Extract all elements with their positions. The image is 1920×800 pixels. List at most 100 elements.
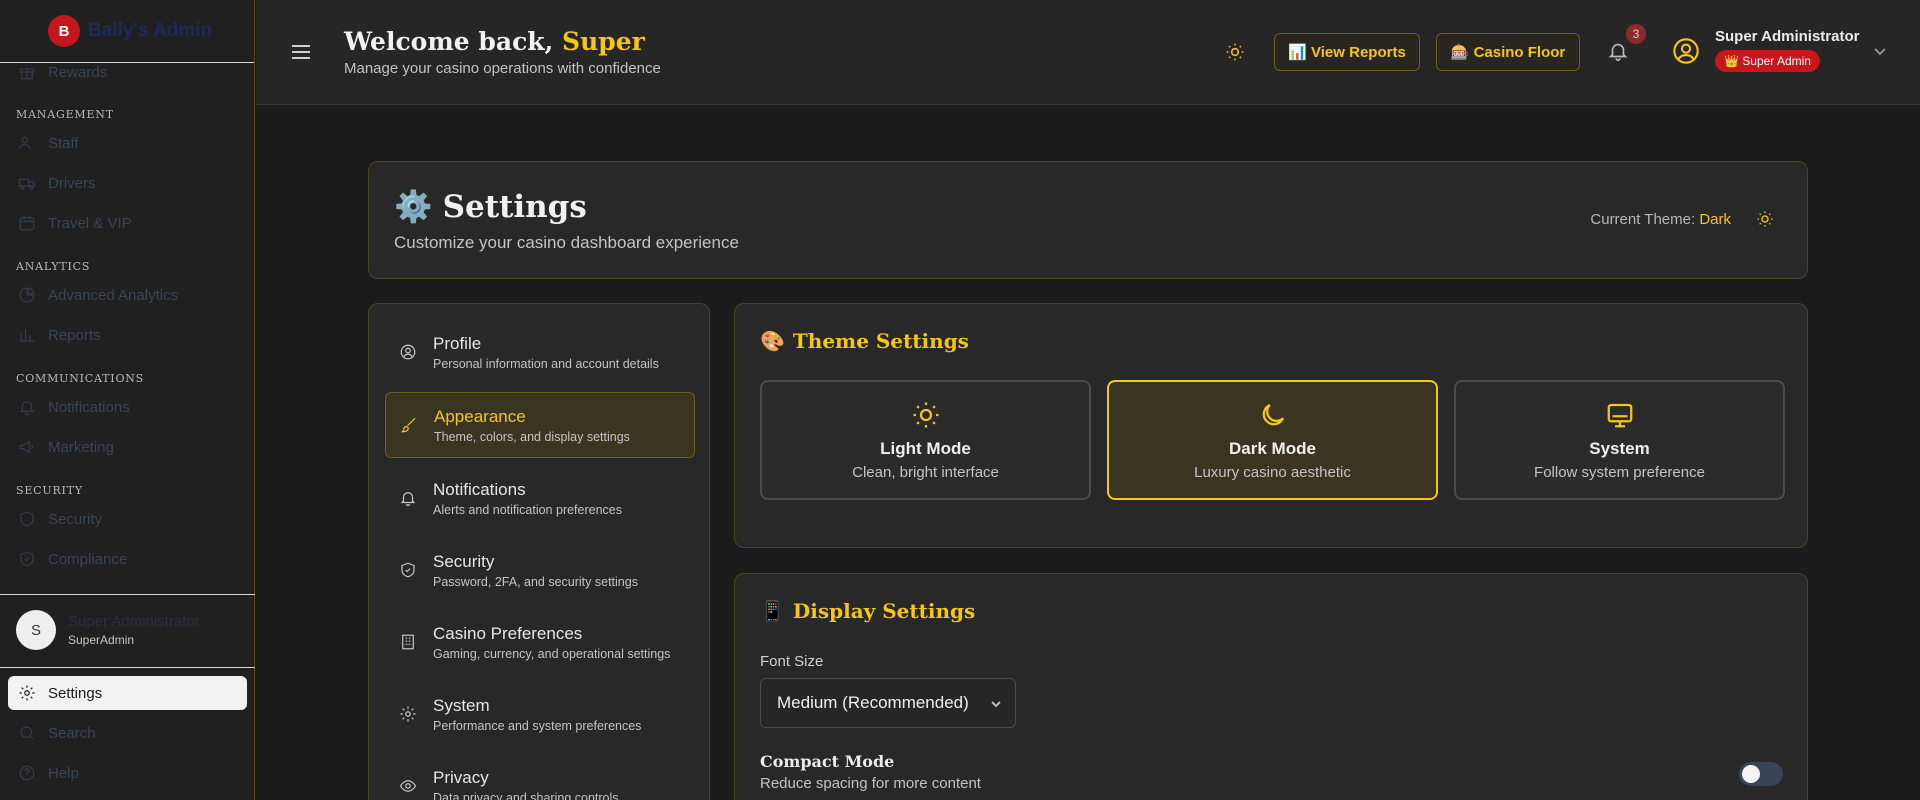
sidebar-item-travel-vip[interactable]: Travel & VIP xyxy=(8,206,247,240)
nav-item-label: Casino Preferences xyxy=(433,623,583,643)
compact-mode-title: Compact Mode xyxy=(760,752,895,771)
view-reports-button[interactable]: 📊 View Reports xyxy=(1274,33,1420,71)
sidebar-item-security[interactable]: Security xyxy=(8,502,247,536)
avatar: S xyxy=(16,610,56,650)
bell-icon xyxy=(1608,43,1628,61)
sidebar-item-compliance[interactable]: Compliance xyxy=(8,542,247,576)
sidebar-item-staff[interactable]: Staff xyxy=(8,126,247,160)
nav-item-appearance[interactable]: Appearance Theme, colors, and display set… xyxy=(385,392,695,458)
eye-icon xyxy=(399,780,417,792)
sidebar-section-title: ANALYTICS xyxy=(16,260,91,273)
sidebar-item-label: Settings xyxy=(48,684,103,702)
theme-option-dark[interactable]: Dark Mode Luxury casino aesthetic xyxy=(1107,380,1438,500)
sidebar-item-help[interactable]: Help xyxy=(8,756,247,790)
nav-item-desc: Alerts and notification preferences xyxy=(433,502,622,517)
top-header: Welcome back, Super Manage your casino o… xyxy=(256,0,1920,105)
user-avatar[interactable] xyxy=(1672,37,1700,65)
user-menu[interactable]: Super Administrator 👑 Super Admin xyxy=(1715,28,1859,72)
chevron-down-icon xyxy=(1874,48,1886,56)
nav-item-system[interactable]: System Performance and system preferences xyxy=(385,681,695,747)
display-section-icon: 📱 xyxy=(760,599,785,623)
sidebar-item-notifications[interactable]: Notifications xyxy=(8,390,247,424)
sidebar-item-label: Compliance xyxy=(48,550,128,568)
nav-item-privacy[interactable]: Privacy Data privacy and sharing controls xyxy=(385,753,695,800)
sidebar-item-marketing[interactable]: Marketing xyxy=(8,430,247,464)
nav-item-profile[interactable]: Profile Personal information and account … xyxy=(385,319,695,385)
nav-item-desc: Theme, colors, and display settings xyxy=(434,429,630,444)
page-title: ⚙️ Settings xyxy=(394,188,587,226)
sidebar-item-settings[interactable]: Settings xyxy=(8,676,247,710)
sidebar-divider xyxy=(0,594,255,595)
bar-chart-icon xyxy=(19,329,35,342)
welcome-block: Welcome back, Super Manage your casino o… xyxy=(344,27,661,77)
brush-icon xyxy=(400,417,416,433)
font-size-label: Font Size xyxy=(760,653,824,670)
theme-option-desc: Luxury casino aesthetic xyxy=(1194,464,1351,481)
menu-toggle-button[interactable] xyxy=(290,42,312,62)
sidebar-item-label: Notifications xyxy=(48,398,130,416)
sidebar-item-label: Rewards xyxy=(48,63,108,81)
compact-mode-desc: Reduce spacing for more content xyxy=(760,775,981,792)
notification-count-badge: 3 xyxy=(1626,24,1646,44)
theme-option-name: System xyxy=(1589,439,1650,458)
gear-icon xyxy=(400,706,416,722)
sidebar-item-advanced-analytics[interactable]: Advanced Analytics xyxy=(8,278,247,312)
sidebar-item-reports[interactable]: Reports xyxy=(8,318,247,352)
display-settings-card: 📱 Display Settings Font Size Medium (Rec… xyxy=(734,573,1808,800)
nav-item-label: Security xyxy=(433,551,495,571)
nav-item-desc: Data privacy and sharing controls xyxy=(433,790,619,800)
user-menu-caret[interactable] xyxy=(1872,43,1888,59)
compact-mode-toggle[interactable] xyxy=(1739,762,1783,786)
theme-section-icon: 🎨 xyxy=(760,329,785,353)
theme-toggle-button[interactable] xyxy=(1225,42,1245,62)
nav-item-notifications[interactable]: Notifications Alerts and notification pre… xyxy=(385,465,695,531)
calendar-icon xyxy=(19,216,35,231)
help-icon xyxy=(19,765,35,781)
welcome-name: Super xyxy=(562,27,645,56)
nav-item-label: Profile xyxy=(433,333,482,353)
notifications-button[interactable] xyxy=(1607,40,1629,62)
search-icon xyxy=(20,726,34,740)
nav-item-casino-preferences[interactable]: Casino Preferences Gaming, currency, and … xyxy=(385,609,695,675)
chevron-down-icon xyxy=(991,701,1001,708)
brand[interactable]: B Bally's Admin xyxy=(0,0,254,63)
sidebar-item-label: Drivers xyxy=(48,174,96,192)
gift-icon xyxy=(19,68,35,80)
shield-check-icon xyxy=(20,551,34,567)
theme-option-name: Dark Mode xyxy=(1229,439,1316,458)
sidebar-user[interactable]: S Super Administrator SuperAdmin xyxy=(16,610,200,650)
casino-floor-button[interactable]: 🎰 Casino Floor xyxy=(1436,33,1580,71)
bell-icon xyxy=(400,492,416,507)
sidebar-item-label: Staff xyxy=(48,134,79,152)
brand-logo: B xyxy=(48,15,80,47)
truck-icon xyxy=(18,178,36,190)
sidebar: B Bally's Admin Rewards MANAGEMENT Staff… xyxy=(0,0,255,800)
font-size-value: Medium (Recommended) xyxy=(777,693,969,712)
theme-option-light[interactable]: Light Mode Clean, bright interface xyxy=(760,380,1091,500)
sidebar-item-label: Help xyxy=(48,764,79,782)
role-badge: 👑 Super Admin xyxy=(1715,50,1820,72)
nav-item-label: Notifications xyxy=(433,479,526,499)
display-section-title: Display Settings xyxy=(792,599,976,623)
sidebar-item-label: Reports xyxy=(48,326,101,344)
sun-icon xyxy=(1226,43,1244,61)
current-theme-indicator: Current Theme: Dark xyxy=(1590,211,1731,228)
sidebar-item-drivers[interactable]: Drivers xyxy=(8,166,247,200)
page-subtitle: Customize your casino dashboard experien… xyxy=(394,233,739,252)
sidebar-item-search[interactable]: Search xyxy=(8,716,247,750)
nav-item-label: System xyxy=(433,695,490,715)
user-circle-icon xyxy=(400,344,416,360)
sidebar-item-label: Marketing xyxy=(48,438,114,456)
nav-item-desc: Performance and system preferences xyxy=(433,718,642,733)
sun-icon xyxy=(1757,211,1773,227)
welcome-title: Welcome back, Super xyxy=(344,27,661,56)
font-size-select[interactable]: Medium (Recommended) xyxy=(760,678,1016,728)
user-circle-icon xyxy=(1673,38,1699,64)
theme-section-title: Theme Settings xyxy=(792,329,969,353)
nav-item-security[interactable]: Security Password, 2FA, and security sett… xyxy=(385,537,695,603)
sidebar-item-rewards[interactable]: Rewards xyxy=(8,55,247,89)
current-theme-toggle[interactable] xyxy=(1756,210,1774,228)
gear-icon xyxy=(19,685,35,701)
theme-option-system[interactable]: System Follow system preference xyxy=(1454,380,1785,500)
theme-option-desc: Follow system preference xyxy=(1534,464,1705,481)
